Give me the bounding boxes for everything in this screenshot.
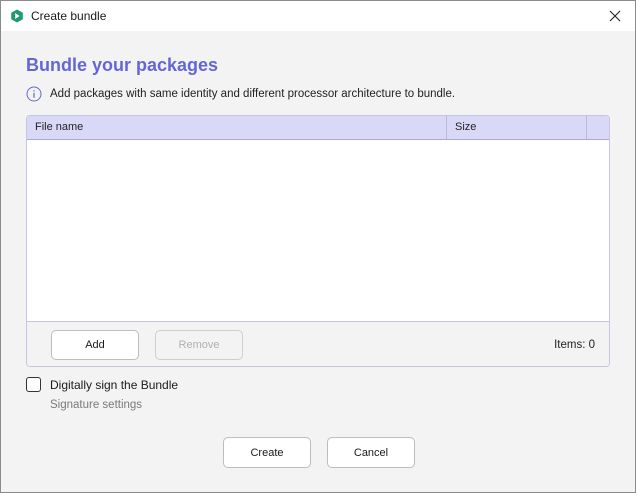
create-bundle-dialog: Create bundle Bundle your packages Add p… xyxy=(0,0,636,493)
info-icon xyxy=(26,86,42,102)
info-row: Add packages with same identity and diff… xyxy=(26,86,455,102)
package-table: File name Size Add Remove Items: 0 xyxy=(26,115,610,367)
page-heading: Bundle your packages xyxy=(26,55,219,75)
signature-settings-link[interactable]: Signature settings xyxy=(50,399,142,411)
create-button[interactable]: Create xyxy=(223,437,311,468)
remove-button[interactable]: Remove xyxy=(155,330,243,360)
sign-bundle-row: Digitally sign the Bundle xyxy=(26,377,178,392)
sign-bundle-label[interactable]: Digitally sign the Bundle xyxy=(50,378,178,392)
title-bar: Create bundle xyxy=(1,1,635,31)
column-header-spacer xyxy=(587,116,609,139)
cancel-button[interactable]: Cancel xyxy=(327,437,415,468)
sign-bundle-checkbox[interactable] xyxy=(26,377,41,392)
column-header-file-name[interactable]: File name xyxy=(27,116,447,139)
window-title: Create bundle xyxy=(31,9,107,23)
table-footer: Add Remove Items: 0 xyxy=(27,321,609,366)
table-header: File name Size xyxy=(27,116,609,140)
table-body[interactable] xyxy=(27,140,609,321)
column-header-size[interactable]: Size xyxy=(447,116,587,139)
close-button[interactable] xyxy=(595,1,635,31)
info-text: Add packages with same identity and diff… xyxy=(50,88,456,100)
items-count: Items: 0 xyxy=(554,339,595,351)
add-button[interactable]: Add xyxy=(51,330,139,360)
app-logo-icon xyxy=(11,9,23,23)
close-icon xyxy=(609,10,621,22)
